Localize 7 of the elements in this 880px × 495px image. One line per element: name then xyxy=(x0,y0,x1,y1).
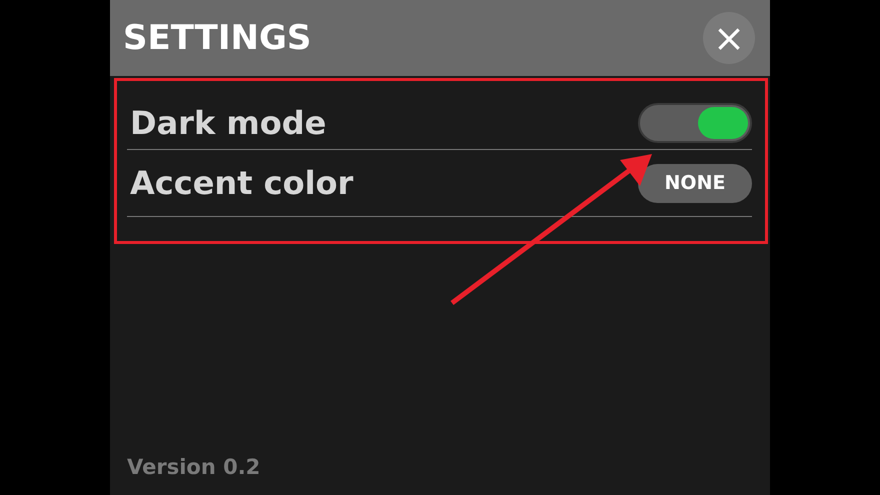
close-button[interactable]: × xyxy=(703,12,755,64)
setting-label: Dark mode xyxy=(129,104,326,142)
window-title: SETTINGS xyxy=(123,18,312,58)
toggle-switch[interactable] xyxy=(638,103,752,143)
accent-color-button[interactable]: NONE xyxy=(638,164,752,202)
version-text: Version 0.2 xyxy=(127,455,262,479)
setting-label: Accent color xyxy=(129,164,354,202)
